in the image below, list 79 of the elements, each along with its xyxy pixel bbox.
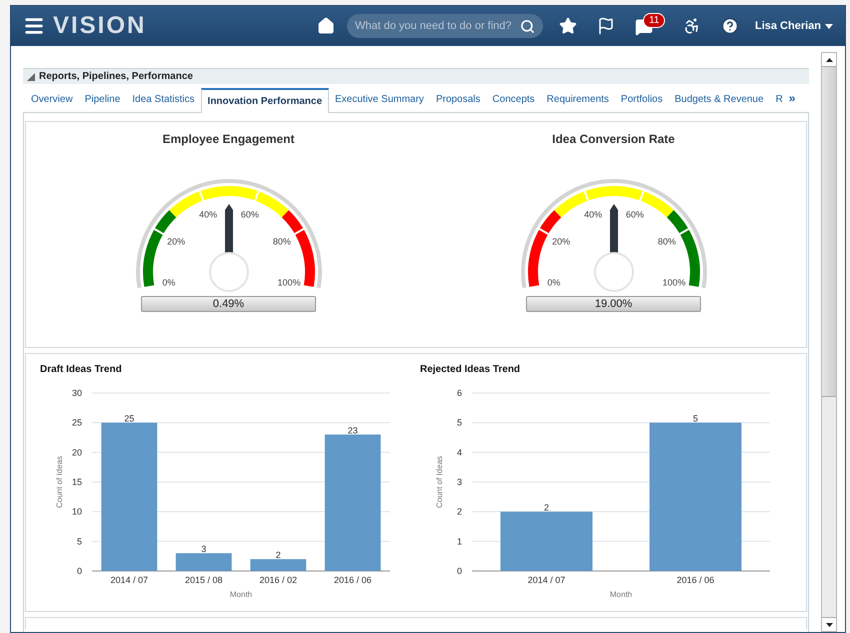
y-tick-label: 2 [456, 506, 462, 517]
y-tick-label: 4 [456, 447, 462, 458]
tab[interactable]: Idea Statistics [126, 87, 201, 112]
y-tick-label: 3 [456, 477, 462, 487]
y-axis-title: Count of Ideas [435, 456, 444, 508]
scroll-down-icon[interactable] [826, 622, 832, 626]
y-tick-label: 0 [76, 566, 82, 576]
tab[interactable]: Pipeline [78, 87, 126, 112]
gauge-title: Employee Engagement [162, 131, 295, 148]
tab[interactable]: Proposals [430, 87, 486, 112]
y-tick-label: 30 [72, 388, 82, 398]
x-tick-label: 2014 / 07 [110, 575, 148, 585]
bar-value-label: 3 [201, 544, 206, 554]
x-tick-label: 2016 / 02 [259, 575, 298, 585]
tab[interactable]: Executive Summary [329, 87, 430, 112]
star-icon[interactable] [558, 17, 577, 35]
notification-badge: 11 [642, 13, 666, 28]
x-tick-label: 2014 / 07 [528, 575, 566, 585]
y-tick-label: 6 [456, 388, 462, 398]
bar [250, 559, 306, 571]
y-tick-label: 20 [72, 447, 82, 458]
user-menu[interactable]: Lisa Cherian [754, 18, 833, 34]
x-tick-label: 2015 / 08 [184, 575, 223, 585]
search-field[interactable]: What do you need to do or find? [346, 14, 543, 38]
gauge-reading: 0.49% [141, 296, 316, 312]
collapse-triangle-icon[interactable] [27, 72, 35, 80]
accessibility-icon[interactable] [682, 17, 701, 35]
tab[interactable]: Portfolios [614, 87, 669, 112]
tab[interactable]: Concepts [486, 87, 541, 112]
help-icon[interactable] [720, 17, 739, 35]
gauge-tick-label: 80% [272, 236, 290, 246]
y-tick-label: 25 [72, 418, 82, 428]
tabs-overflow-icon[interactable]: » [788, 87, 796, 112]
x-tick-label: 2016 / 06 [334, 575, 372, 585]
bar-value-label: 23 [348, 426, 358, 436]
tab[interactable]: Budgets & Revenue [668, 87, 770, 112]
y-tick-label: 1 [456, 536, 462, 546]
menu-icon[interactable] [23, 15, 45, 37]
y-tick-label: 10 [72, 506, 82, 517]
bar-value-label: 5 [693, 414, 698, 424]
app-logo: VISION [53, 11, 146, 41]
gauge-tick-label: 80% [657, 236, 676, 246]
gauge-tick-label: 60% [625, 210, 644, 220]
tab[interactable]: Requirements [540, 87, 615, 112]
x-axis-title: Month [230, 590, 252, 597]
gauge-tick-label: 100% [662, 278, 686, 288]
gauge-tick-label: 40% [198, 210, 217, 220]
y-tick-label: 0 [456, 566, 462, 576]
gauge-tick-label: 40% [584, 210, 602, 220]
gauge-tick-label: 20% [552, 236, 570, 246]
search-icon[interactable] [520, 18, 535, 34]
bar-value-label: 25 [124, 414, 134, 424]
gauge-tick-label: 0% [546, 278, 560, 288]
chart-title: Rejected Ideas Trend [419, 363, 522, 377]
y-tick-label: 5 [76, 536, 82, 546]
gauge-tick-label: 60% [240, 210, 258, 220]
flag-icon[interactable] [596, 17, 615, 35]
bar [176, 553, 232, 571]
scroll-up-icon[interactable] [826, 58, 832, 62]
breadcrumb-title: Reports, Pipelines, Performance [39, 70, 193, 84]
x-tick-label: 2016 / 06 [676, 575, 714, 585]
y-tick-label: 15 [72, 477, 82, 487]
x-axis-title: Month [610, 590, 632, 597]
gauge-tick-label: 100% [277, 278, 300, 288]
gauge-tick-label: 0% [162, 278, 175, 288]
y-tick-label: 5 [456, 418, 462, 428]
bar-value-label: 2 [276, 550, 281, 560]
tab[interactable]: Innovation Performance [200, 88, 330, 113]
gauge-tick-label: 20% [166, 236, 185, 246]
home-icon[interactable] [316, 17, 335, 35]
scrollbar[interactable] [821, 52, 837, 632]
caret-icon [825, 24, 833, 28]
tab[interactable]: Overview [25, 87, 79, 112]
tab[interactable]: R [770, 87, 789, 112]
bar-value-label: 2 [544, 502, 549, 513]
gauge-title: Idea Conversion Rate [552, 131, 675, 148]
y-axis-title: Count of Ideas [55, 456, 64, 508]
chart-title: Draft Ideas Trend [39, 363, 123, 377]
gauge-reading: 19.00% [526, 296, 701, 312]
